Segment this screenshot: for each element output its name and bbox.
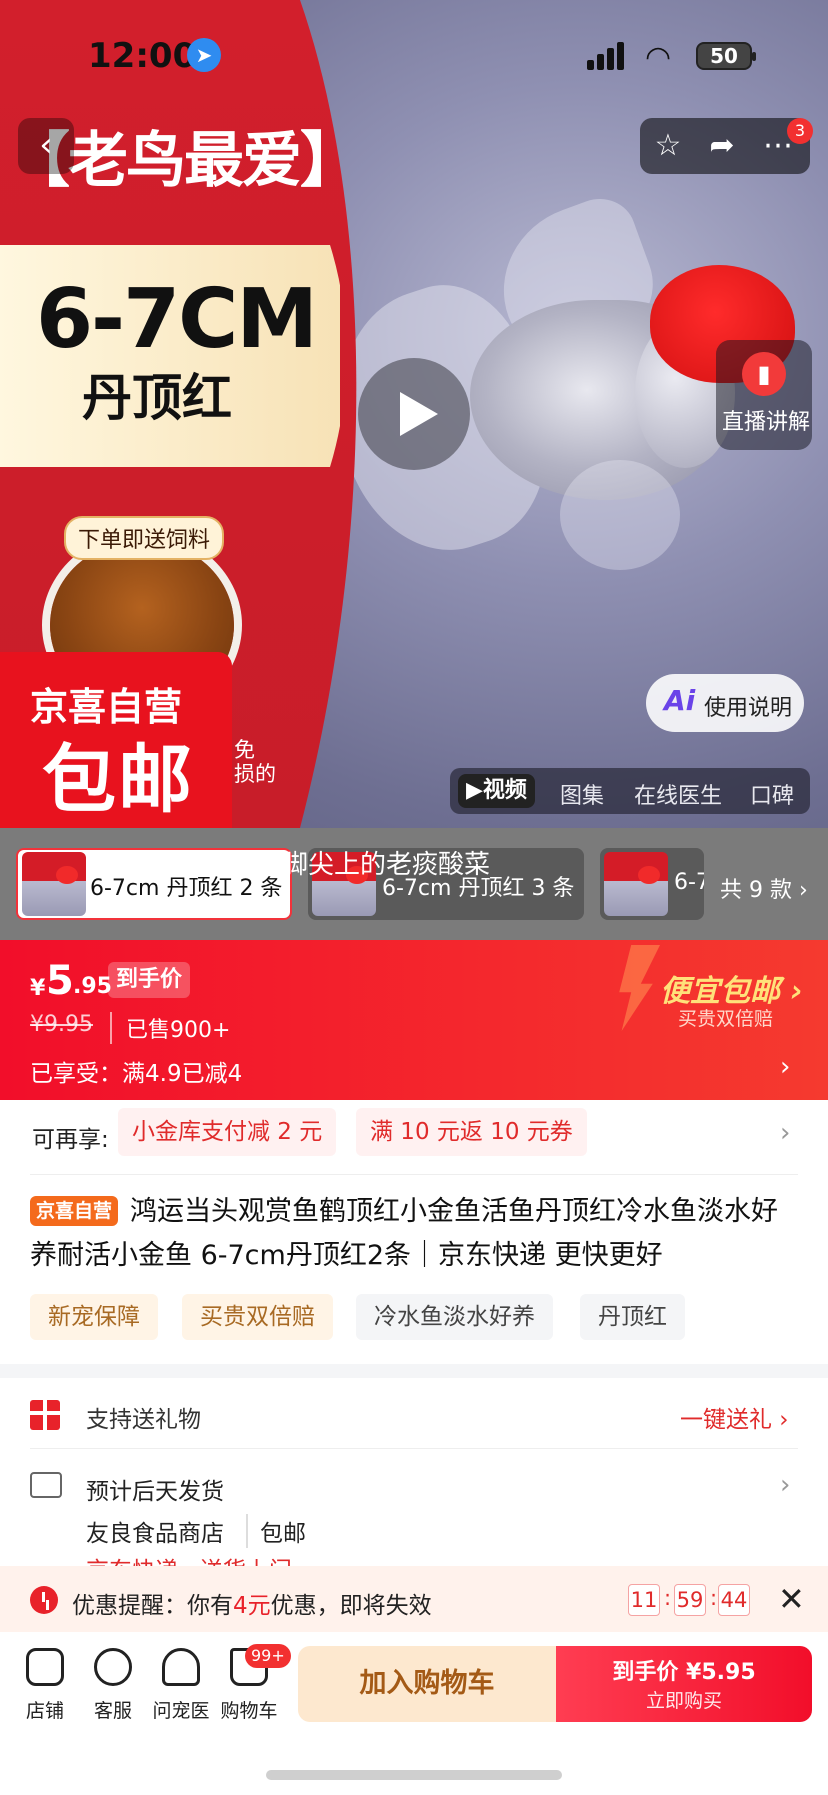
tab-online-doctor[interactable]: 在线医生 bbox=[634, 778, 722, 810]
enjoyed-discount[interactable]: 已享受：满4.9已减4 bbox=[30, 1054, 242, 1088]
coupon-chip[interactable]: 满 10 元返 10 元券 bbox=[356, 1108, 587, 1156]
extra-coupons-label: 可再享: bbox=[32, 1127, 109, 1153]
live-explain-label: 直播讲解 bbox=[722, 410, 811, 435]
variant-thumbnail bbox=[604, 852, 668, 916]
shop-name: 友良食品商店 bbox=[86, 1521, 224, 1547]
customer-service-button[interactable]: 客服 bbox=[78, 1648, 148, 1723]
variant-card[interactable]: 6-7 bbox=[600, 848, 704, 920]
gift-icon bbox=[30, 1400, 60, 1430]
cart-count-badge: 99+ bbox=[245, 1644, 291, 1668]
play-video-button[interactable] bbox=[358, 358, 470, 470]
live-bars-icon: ▮ bbox=[742, 352, 786, 396]
variant-label: 6-7cm 丹顶红 2 条 bbox=[90, 876, 283, 901]
gift-support-label: 支持送礼物 bbox=[86, 1407, 201, 1433]
promo-size: 6-7CM bbox=[36, 272, 318, 367]
ai-icon: Ai bbox=[664, 684, 696, 717]
chevron-right-icon[interactable]: › bbox=[780, 1118, 790, 1148]
price-integer: 5 bbox=[46, 958, 74, 1004]
sold-count: 已售900+ bbox=[110, 1012, 230, 1044]
fish-pelvic-fin bbox=[560, 460, 680, 570]
cellular-signal-icon bbox=[587, 42, 627, 70]
product-tag[interactable]: 新宠保障 bbox=[30, 1294, 158, 1340]
truck-icon bbox=[30, 1472, 62, 1498]
divider bbox=[30, 1174, 798, 1175]
clock-icon bbox=[30, 1586, 58, 1614]
add-to-cart-button[interactable]: 加入购物车 bbox=[298, 1646, 556, 1722]
all-variants-button[interactable]: 共 9 款 › bbox=[720, 872, 808, 904]
feed-badge: 下单即送饲料 bbox=[64, 516, 225, 560]
home-indicator[interactable] bbox=[266, 1770, 562, 1780]
chevron-right-icon[interactable]: › bbox=[780, 1470, 790, 1500]
chat-smile-icon bbox=[94, 1648, 132, 1686]
shipping-estimate[interactable]: 预计后天发货 bbox=[86, 1472, 224, 1506]
section-gap bbox=[0, 1364, 828, 1378]
price-decimal: .95 bbox=[73, 974, 112, 999]
tab-video[interactable]: ▶视频 bbox=[458, 774, 535, 808]
jx-free-shipping: 包邮 bbox=[42, 737, 194, 823]
doctor-icon bbox=[162, 1648, 200, 1686]
price-guarantee-label: 买贵双倍赔 bbox=[678, 1008, 774, 1030]
reminder-text: 优惠提醒：你有4元优惠，即将失效 bbox=[72, 1593, 432, 1619]
final-price-tag: 到手价 bbox=[108, 962, 191, 998]
timer-minutes: 59 bbox=[674, 1584, 706, 1616]
notification-badge: 3 bbox=[787, 118, 813, 144]
timer-separator: : bbox=[710, 1586, 718, 1610]
tab-reviews[interactable]: 口碑 bbox=[750, 778, 794, 810]
store-icon bbox=[26, 1648, 64, 1686]
reminder-amount: 4元 bbox=[233, 1593, 271, 1619]
wifi-icon: ◠ bbox=[645, 40, 672, 75]
variant-label: 6-7 bbox=[674, 870, 704, 895]
pet-doctor-button[interactable]: 问宠医 bbox=[146, 1648, 216, 1723]
hero-media[interactable]: 【老鸟最爱】 6-7CM 丹顶红 下单即送饲料 京喜自营 包邮 免损的 ▮ 直播… bbox=[0, 0, 828, 828]
promo-fish-name: 丹顶红 bbox=[82, 369, 232, 427]
back-button[interactable]: ‹ bbox=[18, 118, 74, 174]
chevron-right-icon[interactable]: › bbox=[780, 1052, 790, 1082]
product-page: 【老鸟最爱】 6-7CM 丹顶红 下单即送饲料 京喜自营 包邮 免损的 ▮ 直播… bbox=[0, 0, 828, 1795]
timer-hours: 11 bbox=[628, 1584, 660, 1616]
variant-thumbnail bbox=[22, 852, 86, 916]
share-icon[interactable]: ➦ bbox=[702, 126, 742, 166]
media-tabs: ▶视频 图集 在线医生 口碑 bbox=[450, 768, 810, 814]
send-gift-button[interactable]: 一键送礼 › bbox=[680, 1400, 789, 1434]
coupon-chip[interactable]: 小金库支付减 2 元 bbox=[118, 1108, 337, 1156]
timer-seconds: 44 bbox=[718, 1584, 750, 1616]
shop-button[interactable]: 店铺 bbox=[10, 1648, 80, 1723]
timer-separator: : bbox=[664, 1586, 672, 1610]
live-comment-overlay: 脚尖上的老痰酸菜 bbox=[282, 850, 491, 880]
product-tag[interactable]: 丹顶红 bbox=[580, 1294, 685, 1340]
buy-now-label: 立即购买 bbox=[645, 1690, 722, 1712]
buy-now-button[interactable]: 到手价 ¥5.95 立即购买 bbox=[556, 1646, 812, 1722]
variant-card[interactable]: 6-7cm 丹顶红 2 条 bbox=[16, 848, 292, 920]
status-time: 12:00 bbox=[88, 36, 197, 76]
price-currency: ¥ bbox=[30, 976, 46, 1001]
favorite-star-icon[interactable]: ☆ bbox=[648, 126, 688, 166]
tab-gallery[interactable]: 图集 bbox=[560, 778, 604, 810]
close-icon[interactable]: ✕ bbox=[778, 1580, 805, 1618]
promo-small-note: 免损的 bbox=[234, 738, 276, 786]
top-actions: ☆ ➦ ⋯ bbox=[640, 118, 810, 174]
product-title: 鸿运当头观赏鱼鹤顶红小金鱼活鱼丹顶红冷水鱼淡水好养耐活小金鱼 6-7cm丹顶红2… bbox=[30, 1196, 778, 1271]
buy-now-price: 到手价 ¥5.95 bbox=[612, 1660, 756, 1685]
original-price: ¥9.95 bbox=[30, 1012, 93, 1037]
product-tag[interactable]: 买贵双倍赔 bbox=[182, 1294, 333, 1340]
location-arrow-icon: ➤ bbox=[187, 38, 221, 72]
free-shipping-label: 包邮 bbox=[246, 1514, 306, 1548]
self-operated-tag: 京喜自营 bbox=[30, 1196, 119, 1226]
divider bbox=[30, 1448, 798, 1449]
product-tag[interactable]: 冷水鱼淡水好养 bbox=[356, 1294, 553, 1340]
battery-icon: 50 bbox=[696, 42, 756, 70]
usage-guide-label: 使用说明 bbox=[704, 696, 793, 721]
